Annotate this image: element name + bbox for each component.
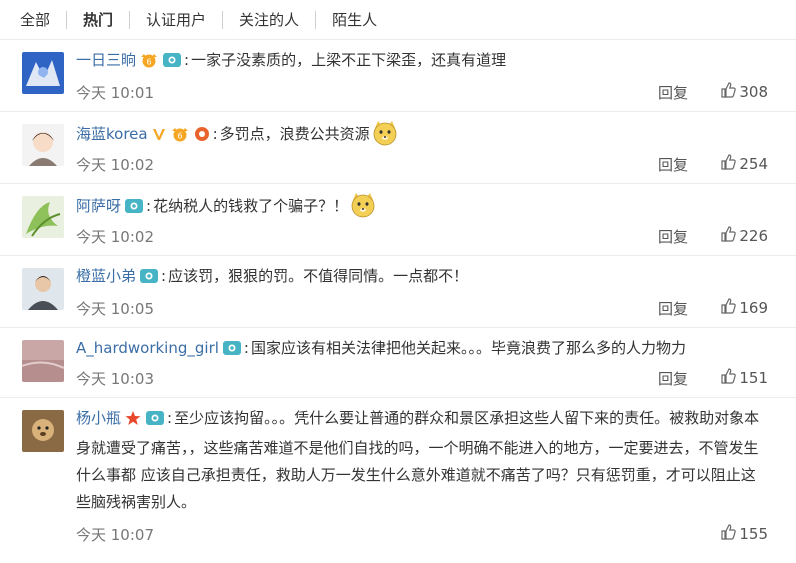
like-count: 155 [739,525,768,543]
like-button[interactable]: 308 [720,82,768,102]
username-link[interactable]: 橙蓝小弟 [76,267,136,285]
comment-meta: 今天 10:02 回复 226 [76,226,768,246]
like-button[interactable]: 155 [720,524,768,544]
member-badge[interactable] [139,267,159,292]
svg-text:6: 6 [146,58,151,67]
avatar[interactable] [22,52,64,94]
comment-content: 海蓝korea 6: 多罚点，浪费公共资源 [76,120,768,154]
comment-time: 今天 10:05 [76,300,154,318]
thumbs-up-icon [720,154,737,174]
username-link[interactable]: 一日三晌 [76,51,136,69]
avatar[interactable] [22,268,64,310]
thumbs-up-icon [720,368,737,388]
comment-list: 一日三晌 6: 一家子没素质的，上梁不正下梁歪，还真有道理 今天 10:01 回复 … [0,40,796,558]
username-link[interactable]: 杨小瓶 [76,409,121,427]
thumbs-up-icon [720,298,737,318]
avatar[interactable] [22,124,64,166]
doge-emoji [372,120,398,154]
comment-time: 今天 10:07 [76,526,154,544]
comment-content: 杨小瓶: 至少应该拘留。。。凭什么要让普通的群众和景区承担这些人留下来的责任。被救… [76,408,760,511]
comment-meta: 今天 10:07 155 [76,524,768,544]
reply-button[interactable]: 回复 [658,154,688,175]
v-verified-badge[interactable] [151,125,167,150]
level-crown-badge[interactable]: 6 [139,51,159,76]
comment-text: 花纳税人的钱救了个骗子？！ [153,197,349,215]
member-badge[interactable] [145,408,165,435]
avatar[interactable] [22,410,64,452]
like-count: 226 [739,227,768,245]
level-crown-badge[interactable]: 6 [170,125,190,150]
reply-button[interactable]: 回复 [658,226,688,247]
reply-button[interactable]: 回复 [658,82,688,103]
comment-item: 杨小瓶: 至少应该拘留。。。凭什么要让普通的群众和景区承担这些人留下来的责任。被救… [0,398,796,558]
comment-time: 今天 10:01 [76,84,154,102]
svg-text:6: 6 [177,132,182,141]
comment-text: 国家应该有相关法律把他关起来。。。毕竟浪费了那么多的人力物力 [250,339,686,357]
username-link[interactable]: A_hardworking_girl [76,339,219,357]
like-button[interactable]: 169 [720,298,768,318]
comment-item: A_hardworking_girl: 国家应该有相关法律把他关起来。。。毕竟浪费… [0,328,796,398]
like-count: 308 [739,83,768,101]
member-badge[interactable] [162,51,182,76]
comment-text: 一家子没素质的，上梁不正下梁歪，还真有道理 [191,51,507,69]
tab-following[interactable]: 关注的人 [223,10,317,29]
comment-meta: 今天 10:05 回复 169 [76,298,768,318]
like-button[interactable]: 226 [720,226,768,246]
comment-item: 海蓝korea 6: 多罚点，浪费公共资源 今天 10:02 回复 254 [0,112,796,184]
fan-badge[interactable] [193,125,211,150]
username-link[interactable]: 海蓝korea [76,125,148,143]
tab-verified-users[interactable]: 认证用户 [130,10,224,29]
comment-text: 应该罚，狠狠的罚。不值得同情。一点都不！ [168,267,469,285]
comment-item: 阿萨呀: 花纳税人的钱救了个骗子？！ 今天 10:02 回复 226 [0,184,796,256]
comment-content: 橙蓝小弟: 应该罚，狠狠的罚。不值得同情。一点都不！ [76,264,768,292]
comment-item: 一日三晌 6: 一家子没素质的，上梁不正下梁歪，还真有道理 今天 10:01 回复 … [0,40,796,112]
comment-meta: 今天 10:01 回复 308 [76,82,768,102]
comment-content: 阿萨呀: 花纳税人的钱救了个骗子？！ [76,192,768,226]
like-count: 151 [739,369,768,387]
tab-all[interactable]: 全部 [20,10,68,29]
avatar[interactable] [22,340,64,382]
like-button[interactable]: 254 [720,154,768,174]
reply-button[interactable]: 回复 [658,298,688,319]
avatar[interactable] [22,196,64,238]
comment-meta: 今天 10:02 回复 254 [76,154,768,174]
comment-time: 今天 10:02 [76,228,154,246]
comment-time: 今天 10:03 [76,370,154,388]
member-badge[interactable] [124,197,144,222]
comment-content: A_hardworking_girl: 国家应该有相关法律把他关起来。。。毕竟浪费… [76,336,768,364]
member-badge[interactable] [222,339,242,364]
thumbs-up-icon [720,82,737,102]
comment-text: 多罚点，浪费公共资源 [219,125,370,143]
like-button[interactable]: 151 [720,368,768,388]
tab-strangers[interactable]: 陌生人 [316,11,393,29]
like-count: 169 [739,299,768,317]
comment-text: 至少应该拘留。。。凭什么要让普通的群众和景区承担这些人留下来的责任。被救助对象本… [76,409,760,511]
username-link[interactable]: 阿萨呀 [76,197,121,215]
comment-time: 今天 10:02 [76,156,154,174]
star-badge[interactable] [124,408,142,435]
tab-hot[interactable]: 热门 [67,10,131,29]
doge-emoji [350,192,376,226]
thumbs-up-icon [720,524,737,544]
comment-item: 橙蓝小弟: 应该罚，狠狠的罚。不值得同情。一点都不！ 今天 10:05 回复 16… [0,256,796,328]
comment-content: 一日三晌 6: 一家子没素质的，上梁不正下梁歪，还真有道理 [76,48,768,76]
comment-meta: 今天 10:03 回复 151 [76,368,768,388]
reply-button[interactable]: 回复 [658,368,688,389]
like-count: 254 [739,155,768,173]
thumbs-up-icon [720,226,737,246]
comment-filter-tabs: 全部 热门 认证用户 关注的人 陌生人 [0,0,796,40]
